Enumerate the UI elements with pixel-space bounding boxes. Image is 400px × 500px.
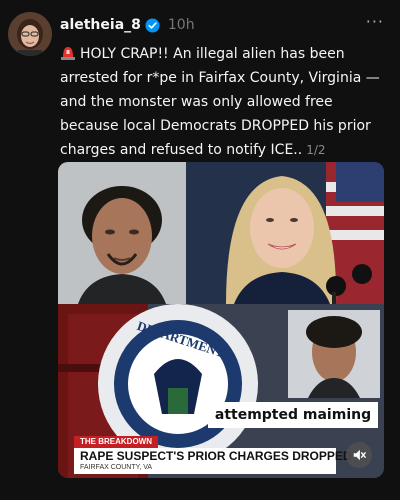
post-text-content: HOLY CRAP!! An illegal alien has been ar… bbox=[60, 46, 380, 158]
breakdown-tag: THE BREAKDOWN bbox=[74, 436, 158, 448]
media-carousel[interactable]: DEPARTMENT attempted maiming THE BREAKDO… bbox=[58, 162, 384, 478]
chyron-headline: RAPE SUSPECT'S PRIOR CHARGES DROPPED bbox=[80, 449, 352, 463]
speaker-muted-icon[interactable] bbox=[346, 442, 372, 468]
post-text: HOLY CRAP!! An illegal alien has been ar… bbox=[60, 42, 390, 162]
verified-badge-icon bbox=[145, 17, 160, 33]
chyron-subheadline: FAIRFAX COUNTY, VA bbox=[80, 464, 153, 471]
username[interactable]: aletheia_8 bbox=[60, 17, 141, 33]
rotating-light-emoji-icon bbox=[60, 44, 76, 60]
timestamp: 10h bbox=[167, 17, 195, 33]
more-options-icon[interactable]: ··· bbox=[366, 14, 384, 30]
image-counter: 1/2 bbox=[306, 143, 326, 157]
mugshot-photo bbox=[58, 162, 186, 304]
news-chyron: RAPE SUSPECT'S PRIOR CHARGES DROPPED FAI… bbox=[74, 448, 352, 474]
overlay-caption: attempted maiming bbox=[208, 402, 378, 428]
politician-photo bbox=[186, 162, 384, 304]
post-header: aletheia_8 10h bbox=[60, 14, 195, 36]
threads-post: aletheia_8 10h ··· HOLY CRAP!! An illega… bbox=[0, 0, 400, 500]
avatar[interactable] bbox=[8, 12, 52, 56]
